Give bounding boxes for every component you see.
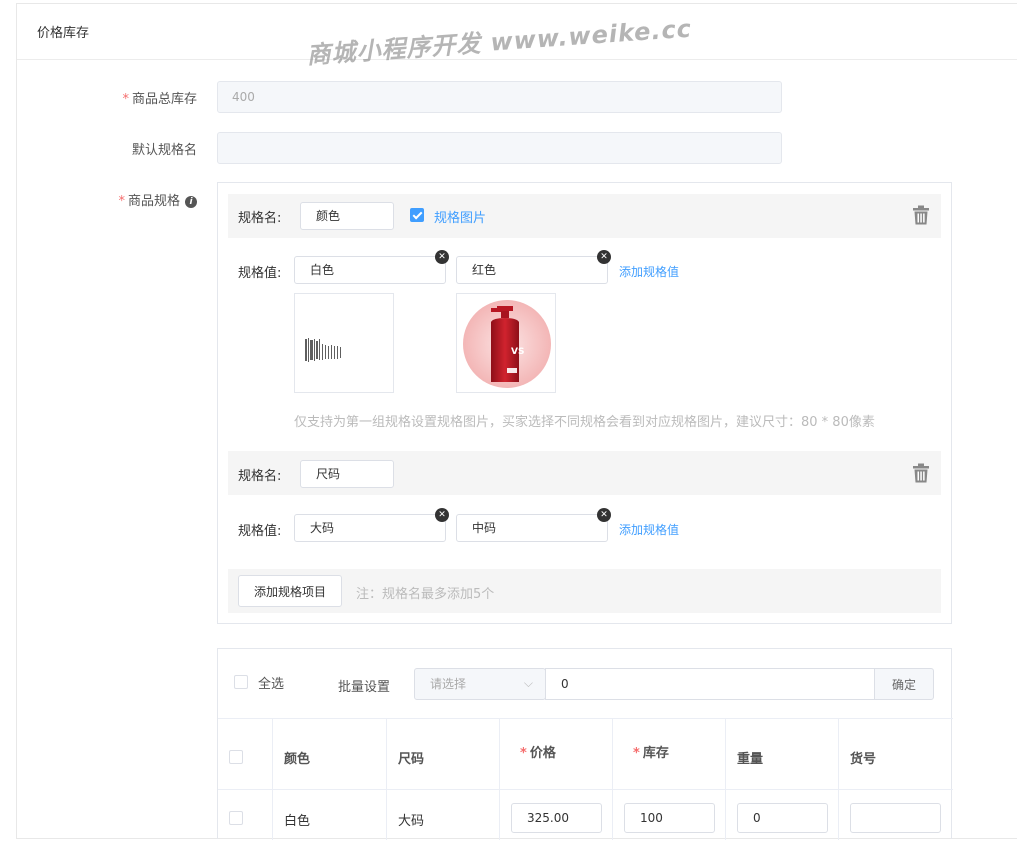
add-spec-item-note: 注：规格名最多添加5个	[356, 587, 495, 602]
select-all-checkbox[interactable]	[234, 675, 248, 689]
spec-name-label: 规格名:	[238, 469, 282, 484]
default-spec-input[interactable]	[217, 132, 782, 164]
column-divider	[499, 718, 500, 840]
close-icon[interactable]: ✕	[435, 508, 449, 522]
close-icon[interactable]: ✕	[435, 250, 449, 264]
spec-editor: 规格名: 颜色 规格图片 规格值: 白色 ✕ 红色 ✕ 添加规格值 VS 仅支持…	[217, 182, 952, 624]
spec-image-checkbox[interactable]	[410, 208, 424, 222]
sku-table: 全选 批量设置 请选择 ⌵ 0 确定 颜色 尺码 * 价格 * 库存 重量 货号 白…	[217, 648, 953, 840]
spec-value-input[interactable]: 中码	[456, 514, 608, 542]
row-size: 大码	[398, 814, 425, 829]
row-price-input[interactable]: 325.00	[511, 803, 602, 833]
spec-image-label[interactable]: 规格图片	[434, 207, 486, 226]
batch-confirm-button[interactable]: 确定	[874, 668, 934, 700]
table-divider	[218, 718, 953, 719]
add-spec-value-link[interactable]: 添加规格值	[619, 521, 679, 538]
col-header-stock: * 库存	[633, 746, 669, 761]
column-divider	[612, 718, 613, 840]
trash-icon[interactable]	[913, 205, 929, 225]
column-divider	[838, 718, 839, 840]
batch-value-input[interactable]: 0	[545, 668, 875, 700]
row-color: 白色	[284, 814, 311, 829]
product-image: VS	[463, 300, 551, 388]
row-sku-input[interactable]	[850, 803, 941, 833]
spec-value-label: 规格值:	[238, 524, 282, 539]
col-header-sku: 货号	[850, 752, 877, 767]
total-stock-label: * 商品总库存	[122, 92, 197, 107]
batch-label: 批量设置	[338, 680, 391, 695]
close-icon[interactable]: ✕	[597, 250, 611, 264]
spec-image-upload[interactable]: VS	[456, 293, 556, 393]
row-checkbox[interactable]	[229, 811, 243, 825]
column-divider	[386, 718, 387, 840]
product-specs-label: * 商品规格 i	[15, 190, 197, 209]
add-spec-item-button[interactable]: 添加规格项目	[238, 575, 342, 607]
default-spec-label: 默认规格名	[131, 143, 197, 158]
column-divider	[272, 718, 273, 840]
panel-title: 价格库存	[17, 4, 1017, 60]
svg-text:VS: VS	[511, 347, 524, 357]
col-header-weight: 重量	[737, 752, 764, 767]
spec-image-upload[interactable]	[294, 293, 394, 393]
total-stock-input[interactable]: 400	[217, 81, 782, 113]
header-checkbox[interactable]	[229, 750, 243, 764]
batch-select[interactable]: 请选择 ⌵	[414, 668, 546, 700]
spec-name-input[interactable]: 尺码	[300, 460, 394, 488]
row-weight-input[interactable]: 0	[737, 803, 828, 833]
col-header-color: 颜色	[284, 752, 311, 767]
spec-value-input[interactable]: 白色	[294, 256, 446, 284]
column-divider	[725, 718, 726, 840]
trash-icon[interactable]	[913, 463, 929, 483]
select-all-label: 全选	[258, 677, 285, 692]
info-icon[interactable]: i	[185, 196, 197, 208]
barcode-image	[305, 338, 341, 362]
add-spec-value-link[interactable]: 添加规格值	[619, 263, 679, 280]
row-stock-input[interactable]: 100	[624, 803, 715, 833]
col-header-price: * 价格	[520, 746, 556, 761]
table-divider	[218, 789, 953, 790]
spec-value-input[interactable]: 红色	[456, 256, 608, 284]
close-icon[interactable]: ✕	[597, 508, 611, 522]
col-header-size: 尺码	[398, 752, 425, 767]
spec-name-input[interactable]: 颜色	[300, 202, 394, 230]
chevron-down-icon: ⌵	[523, 676, 533, 690]
spec-name-label: 规格名:	[238, 211, 282, 226]
spec-value-label: 规格值:	[238, 266, 282, 281]
spec-value-input[interactable]: 大码	[294, 514, 446, 542]
spec-image-hint: 仅支持为第一组规格设置规格图片，买家选择不同规格会看到对应规格图片，建议尺寸：8…	[294, 415, 875, 430]
